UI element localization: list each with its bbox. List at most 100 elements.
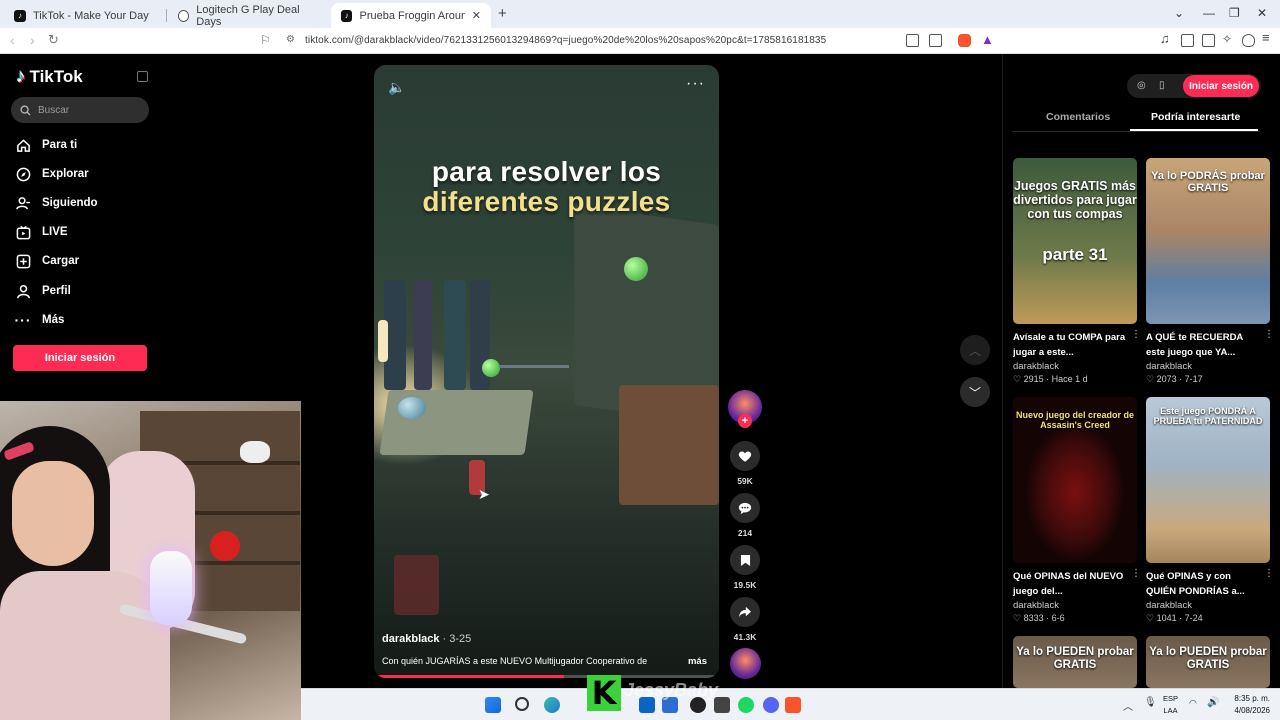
close-window-icon[interactable]: ✕ (1257, 6, 1267, 20)
login-button[interactable]: Iniciar sesión (13, 345, 147, 371)
get-app-icon[interactable]: ▯ (1159, 80, 1165, 91)
card-title[interactable]: A QUÉ te RECUERDA este juego que YA... (1146, 330, 1260, 360)
minimize-icon[interactable]: — (1203, 6, 1215, 20)
suggested-video-card[interactable]: Nuevo juego del creador de Assasin's Cre… (1013, 397, 1141, 624)
restore-icon[interactable]: ❐ (1229, 6, 1240, 20)
sidebar-item-live[interactable]: LIVE (15, 222, 68, 242)
author-name[interactable]: darakblack (382, 633, 439, 645)
video-thumbnail[interactable]: Ya lo PUEDEN probar GRATIS (1013, 636, 1137, 688)
suggested-video-card[interactable]: Ya lo PUEDEN probar GRATIS (1146, 636, 1270, 688)
card-author[interactable]: darakblack (1013, 361, 1137, 372)
spotify-icon[interactable] (738, 697, 754, 713)
follow-plus-icon[interactable]: + (738, 414, 752, 428)
sidebar-item-siguiendo[interactable]: Siguiendo (15, 193, 98, 213)
microphone-icon[interactable]: 🎙 (1144, 697, 1157, 708)
card-title[interactable]: Avísale a tu COMPA para jugar a este... (1013, 330, 1127, 360)
leo-ai-icon[interactable]: ✧ (1222, 32, 1235, 46)
clock-date: 4/08/2026 (1234, 706, 1270, 715)
tab-tiktok-home[interactable]: ♪ TikTok - Make Your Day (4, 3, 164, 28)
cast-icon[interactable] (929, 34, 942, 47)
vpn-icon[interactable] (1242, 34, 1255, 47)
brave-rewards-icon[interactable]: ▲ (981, 32, 994, 47)
more-options-icon[interactable]: ··· (686, 75, 705, 93)
new-tab-icon[interactable]: + (498, 5, 507, 22)
suggested-video-card[interactable]: Ya lo PODRÁS probar GRATIS A QUÉ te RECU… (1146, 158, 1274, 385)
chevron-up-icon[interactable]: ︿ (1123, 698, 1133, 713)
start-windows-icon[interactable] (485, 697, 501, 713)
tab-suggested[interactable]: Podría interesarte (1151, 111, 1240, 123)
save-action[interactable]: 19.5K (729, 545, 761, 590)
sidebar-item-perfil[interactable]: Perfil (15, 281, 71, 301)
share-action[interactable]: 41.3K (729, 597, 761, 642)
card-more-icon[interactable]: ⋮ (1264, 568, 1274, 579)
card-title[interactable]: Qué OPINAS del NUEVO juego del... (1013, 569, 1127, 599)
clock-time: 8:35 p. m. (1234, 694, 1270, 703)
video-player[interactable]: para resolver los diferentes puzzles 🔈 ·… (374, 65, 719, 678)
comment-action[interactable]: 214 (729, 493, 761, 538)
forward-icon[interactable]: › (30, 32, 35, 48)
more-description-link[interactable]: más (688, 656, 707, 667)
tab-comments[interactable]: Comentarios (1046, 111, 1110, 123)
like-action[interactable]: 59K (729, 441, 761, 486)
login-button[interactable]: Iniciar sesión (1183, 75, 1259, 97)
next-creator-avatar[interactable] (730, 648, 761, 679)
volume-icon[interactable]: 🔊 (1207, 697, 1219, 708)
video-author[interactable]: darakblack · 3-25 (382, 633, 471, 645)
suggested-video-card[interactable]: Juegos GRATIS más divertidos para jugar … (1013, 158, 1141, 385)
next-video-button[interactable]: ﹀ (960, 377, 990, 407)
card-more-icon[interactable]: ⋮ (1264, 329, 1274, 340)
edge-icon[interactable] (544, 697, 560, 713)
video-thumbnail[interactable]: Nuevo juego del creador de Assasin's Cre… (1013, 397, 1137, 563)
tab-froggin-video[interactable]: ♪ Prueba Froggin Around: Mult ✕ (331, 3, 491, 28)
card-more-icon[interactable]: ⋮ (1131, 329, 1141, 340)
suggested-video-card[interactable]: Ya lo PUEDEN probar GRATIS (1013, 636, 1137, 688)
video-thumbnail[interactable]: Este juego PONDRÁ A PRUEBA tu PATERNIDAD (1146, 397, 1270, 563)
tab-search-icon[interactable]: ⌄ (1174, 6, 1184, 20)
video-thumbnail[interactable]: Ya lo PUEDEN probar GRATIS (1146, 636, 1270, 688)
tiktok-logo[interactable]: ♪ TikTok (16, 66, 83, 88)
address-bar[interactable]: ⚐ ⚙ tiktok.com/@darakblack/video/7621331… (252, 30, 1000, 52)
search-box[interactable] (11, 97, 149, 123)
menu-icon[interactable]: ≡ (1262, 30, 1275, 45)
bookmark-icon[interactable] (730, 545, 760, 575)
comment-icon[interactable] (730, 493, 760, 523)
volume-icon[interactable]: 🔈 (388, 79, 405, 96)
tab-logitech[interactable]: Logitech G Play Deal Days (168, 3, 328, 28)
sidebar-toggle-icon[interactable] (1181, 34, 1194, 47)
translate-icon[interactable] (906, 34, 919, 47)
share-icon[interactable] (730, 597, 760, 627)
get-coins-icon[interactable]: ◎ (1137, 80, 1146, 91)
brave-icon[interactable] (785, 697, 801, 713)
language-indicator[interactable]: ESP LAA (1163, 693, 1178, 717)
discord-icon[interactable] (763, 697, 779, 713)
back-icon[interactable]: ‹ (10, 32, 15, 48)
sidebar-item-para-ti[interactable]: Para ti (15, 135, 77, 155)
site-info-icon[interactable]: ⚙ (286, 34, 295, 45)
sidebar-item-mas[interactable]: ··· Más (15, 310, 65, 330)
collapse-sidebar-icon[interactable] (137, 71, 148, 82)
card-more-icon[interactable]: ⋮ (1131, 568, 1141, 579)
media-icon[interactable]: ♫ (1160, 31, 1173, 46)
sidebar-item-explorar[interactable]: Explorar (15, 164, 89, 184)
previous-video-button[interactable]: ︿ (960, 335, 990, 365)
suggested-video-card[interactable]: Este juego PONDRÁ A PRUEBA tu PATERNIDAD… (1146, 397, 1274, 624)
windows-taskbar: ︿ 🎙 ESP LAA ◠ 🔊 8:35 p. m. 4/08/2026 (301, 688, 1280, 720)
brave-shields-icon[interactable] (958, 34, 971, 47)
wifi-icon[interactable]: ◠ (1189, 698, 1197, 709)
card-author[interactable]: darakblack (1146, 361, 1270, 372)
card-author[interactable]: darakblack (1013, 600, 1137, 611)
sidebar-item-cargar[interactable]: Cargar (15, 251, 79, 271)
clock[interactable]: 8:35 p. m. 4/08/2026 (1234, 693, 1270, 717)
close-tab-icon[interactable]: ✕ (472, 9, 481, 22)
video-progress-bar[interactable] (374, 675, 719, 678)
card-title[interactable]: Qué OPINAS y con QUIÉN PONDRÍAS a... (1146, 569, 1260, 599)
wallet-icon[interactable] (1202, 34, 1215, 47)
heart-icon[interactable] (730, 441, 760, 471)
video-thumbnail[interactable]: Ya lo PODRÁS probar GRATIS (1146, 158, 1270, 324)
video-thumbnail[interactable]: Juegos GRATIS más divertidos para jugar … (1013, 158, 1137, 324)
reload-icon[interactable]: ↻ (48, 32, 59, 48)
card-author[interactable]: darakblack (1146, 600, 1270, 611)
bookmark-icon[interactable]: ⚐ (260, 33, 271, 47)
search-input[interactable] (38, 104, 138, 116)
search-icon[interactable] (515, 697, 529, 711)
